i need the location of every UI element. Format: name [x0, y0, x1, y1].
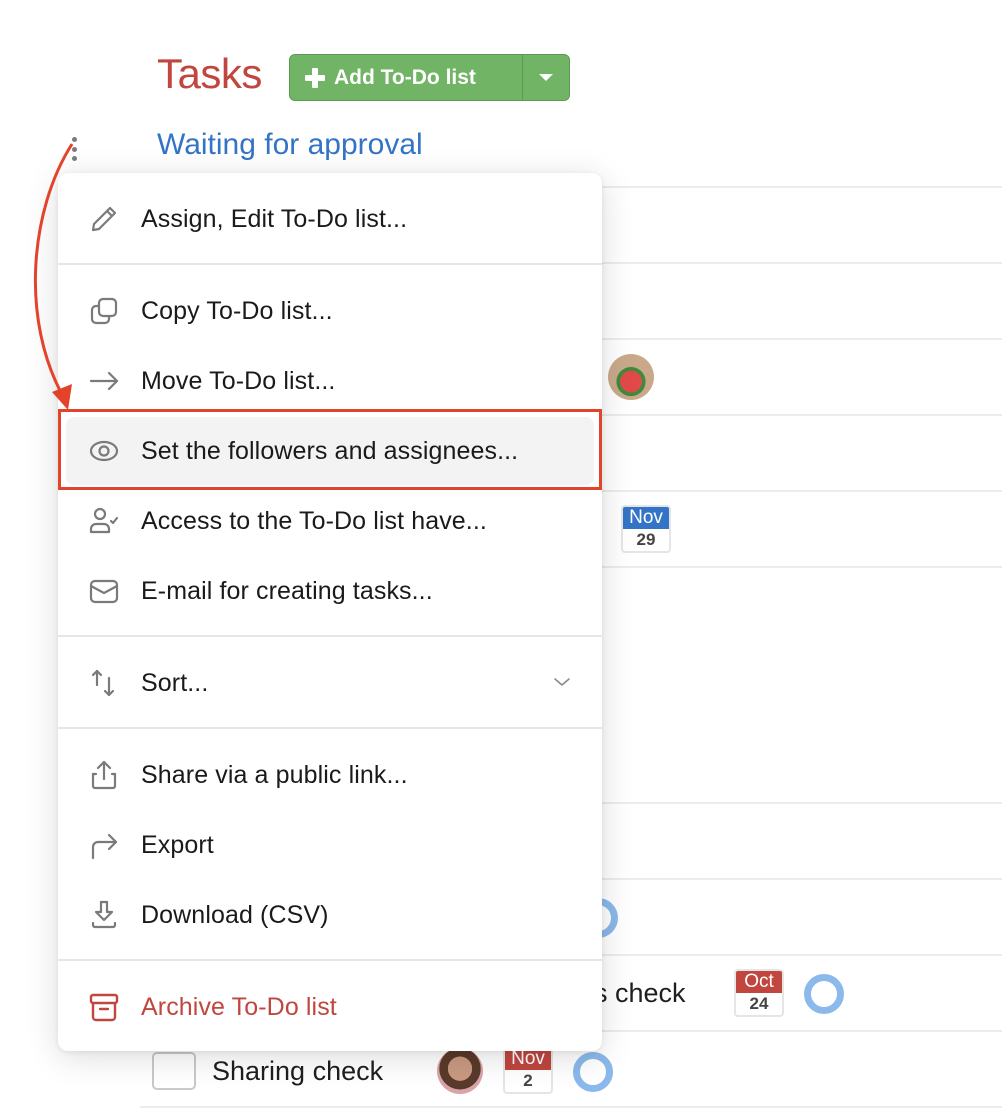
menu-item-share-public-link[interactable]: Share via a public link...	[58, 742, 602, 808]
avatar[interactable]	[437, 1048, 483, 1094]
copy-icon	[87, 294, 121, 328]
eye-icon	[87, 434, 121, 468]
row-divider	[140, 1106, 1002, 1108]
pencil-icon	[87, 202, 121, 236]
due-date-month: Oct	[736, 971, 782, 993]
arrow-right-icon	[87, 364, 121, 398]
add-todo-list-button[interactable]: Add To-Do list	[290, 55, 522, 100]
avatar[interactable]	[608, 354, 654, 400]
due-date-day: 29	[636, 530, 656, 549]
task-title[interactable]: s check	[594, 978, 686, 1009]
user-check-icon	[87, 504, 121, 538]
add-todo-list-button-group: Add To-Do list	[289, 54, 570, 101]
due-date-day: 24	[749, 994, 769, 1013]
due-date-badge[interactable]: Nov 29	[621, 505, 671, 553]
page-title: Tasks	[157, 50, 262, 97]
due-date-month: Nov	[505, 1048, 551, 1070]
menu-item-sort[interactable]: Sort...	[58, 650, 602, 716]
menu-item-copy[interactable]: Copy To-Do list...	[58, 278, 602, 344]
caret-down-icon	[539, 74, 553, 81]
add-todo-list-label: Add To-Do list	[334, 65, 476, 89]
menu-item-archive[interactable]: Archive To-Do list	[58, 974, 602, 1040]
add-todo-list-dropdown-button[interactable]	[522, 55, 569, 100]
due-date-badge[interactable]: Oct 24	[734, 969, 784, 1017]
vertical-ellipsis-icon[interactable]	[69, 137, 79, 161]
plus-icon	[304, 67, 326, 89]
progress-ring-icon[interactable]	[804, 974, 844, 1014]
menu-divider	[58, 635, 602, 637]
menu-item-export[interactable]: Export	[58, 812, 602, 878]
menu-item-set-followers-assignees[interactable]: Set the followers and assignees...	[58, 418, 602, 484]
due-date-month: Nov	[623, 507, 669, 529]
menu-item-access[interactable]: Access to the To-Do list have...	[58, 488, 602, 554]
task-checkbox[interactable]	[152, 1052, 196, 1090]
download-icon	[87, 898, 121, 932]
task-row: Sharing check	[152, 1052, 383, 1090]
menu-divider	[58, 959, 602, 961]
menu-divider	[58, 727, 602, 729]
menu-item-email-for-tasks[interactable]: E-mail for creating tasks...	[58, 558, 602, 624]
menu-divider	[58, 263, 602, 265]
due-date-day: 2	[523, 1071, 533, 1090]
menu-item-download-csv[interactable]: Download (CSV)	[58, 882, 602, 948]
todo-list-context-menu: Assign, Edit To-Do list... Copy To-Do li…	[58, 173, 602, 1051]
menu-item-assign-edit[interactable]: Assign, Edit To-Do list...	[58, 186, 602, 252]
chevron-down-icon[interactable]	[552, 672, 572, 692]
todo-list-title[interactable]: Waiting for approval	[157, 128, 423, 162]
task-title[interactable]: Sharing check	[212, 1056, 383, 1087]
archive-icon	[87, 990, 121, 1024]
export-arrow-icon	[87, 828, 121, 862]
envelope-icon	[87, 574, 121, 608]
sort-icon	[87, 666, 121, 700]
menu-item-move[interactable]: Move To-Do list...	[58, 348, 602, 414]
share-icon	[87, 758, 121, 792]
progress-ring-icon[interactable]	[573, 1052, 613, 1092]
due-date-badge[interactable]: Nov 2	[503, 1046, 553, 1094]
